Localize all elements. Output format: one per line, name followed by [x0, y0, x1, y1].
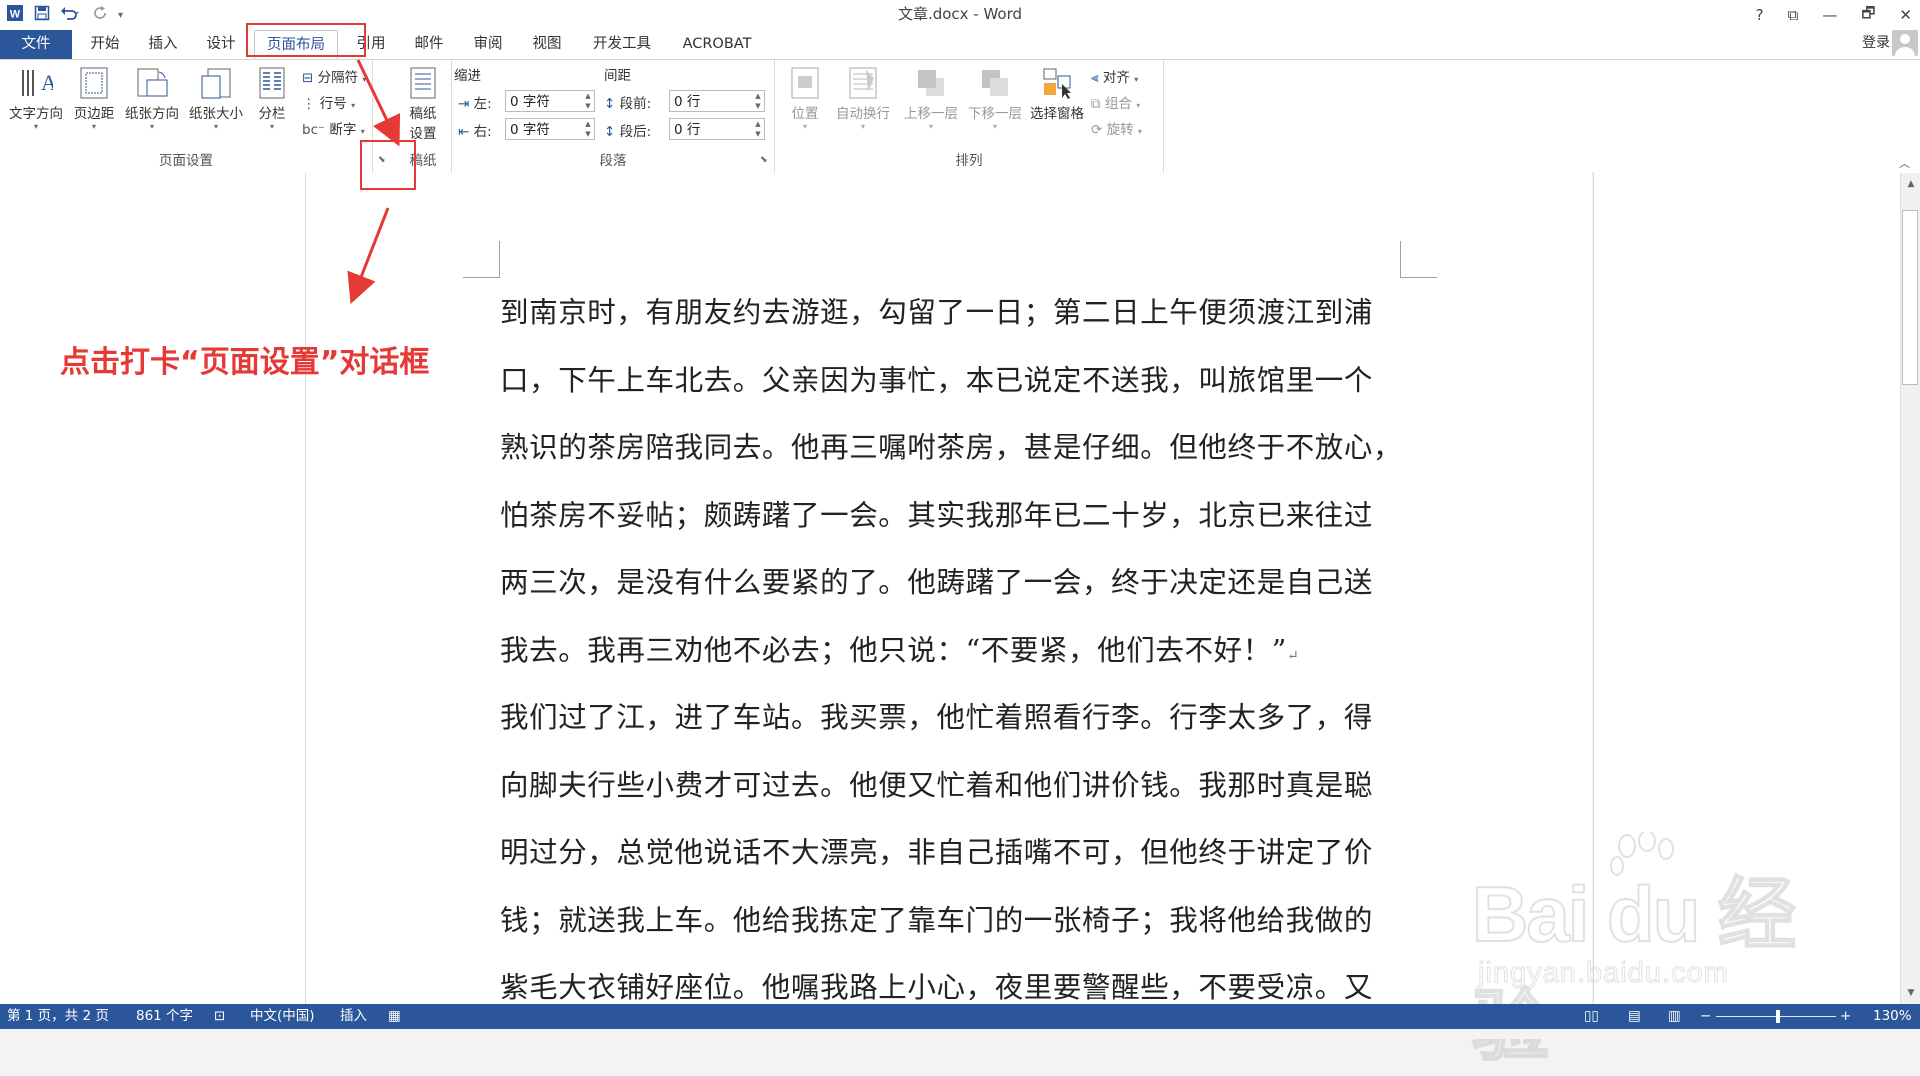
annotation-arrows	[347, 59, 401, 304]
arrow-to-annotation	[347, 207, 390, 304]
arrow-to-launcher	[356, 59, 401, 147]
annotation-text: 点击打卡“页面设置”对话框	[60, 345, 430, 380]
